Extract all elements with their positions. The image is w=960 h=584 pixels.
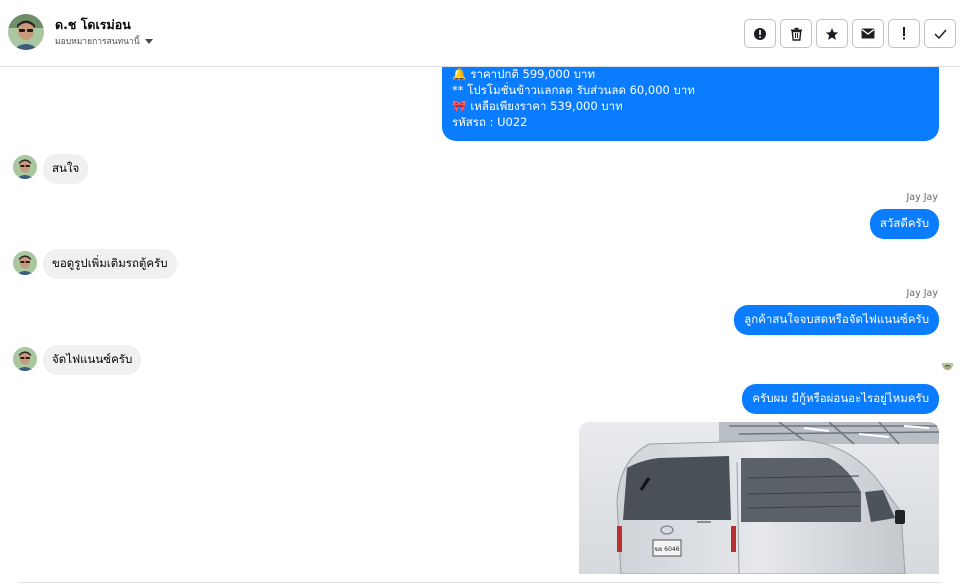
customer-avatar [13, 347, 37, 371]
follow-up-button[interactable] [888, 19, 920, 48]
done-button[interactable] [924, 19, 956, 48]
trash-icon [790, 27, 802, 41]
customer-avatar [13, 251, 37, 275]
mark-unread-button[interactable] [852, 19, 884, 48]
assign-label: มอบหมายการสนทนานี้ [55, 37, 140, 47]
delete-button[interactable] [780, 19, 812, 48]
incoming-message-bubble[interactable]: จัดไฟแนนซ์ครับ [43, 345, 142, 375]
sender-name: Jay Jay [906, 192, 938, 203]
product-line: 🔔 ราคาปกติ 599,000 บาท [452, 67, 596, 81]
alert-circle-icon [754, 27, 766, 40]
contact-name[interactable]: ด.ช โดเรม่อน [55, 15, 131, 35]
contact-avatar[interactable] [8, 14, 44, 50]
message-thread[interactable]: 🔔 … 🔔 ราคาปกติ 599,000 บาท ** โปรโมชั่นข… [0, 67, 960, 584]
mark-spam-button[interactable] [744, 19, 776, 48]
outgoing-message-bubble[interactable]: 🔔 … 🔔 ราคาปกติ 599,000 บาท ** โปรโมชั่นข… [442, 67, 939, 141]
bell-emoji-icon: 🔔 [452, 67, 467, 81]
caret-down-icon [144, 38, 153, 44]
license-plate: ฆย 6046 [654, 546, 679, 553]
product-line: 🎀 เหลือเพียงราคา 539,000 บาท [452, 99, 623, 113]
sender-name: Jay Jay [906, 288, 938, 299]
incoming-message-bubble[interactable]: สนใจ [43, 154, 89, 184]
header-actions [744, 19, 956, 48]
star-icon [825, 27, 839, 40]
assign-conversation-dropdown[interactable]: มอบหมายการสนทนานี้ [55, 34, 153, 48]
product-line: รหัสรถ : U022 [452, 115, 528, 129]
product-line: ** โปรโมชั่นข้าวแลกลด รับส่วนลด 60,000 บ… [452, 83, 695, 97]
van-photo-attachment[interactable]: ฆย 6046 [579, 422, 939, 574]
incoming-message-bubble[interactable]: ขอดูรูปเพิ่มเติมรถตู้ครับ [43, 249, 177, 279]
check-icon [933, 29, 947, 39]
envelope-icon [861, 28, 875, 39]
ribbon-emoji-icon: 🎀 [452, 99, 467, 113]
outgoing-message-bubble[interactable]: ครับผม มีกู้หรือผ่อนอะไรอยู่ไหมครับ [742, 384, 939, 414]
outgoing-message-bubble[interactable]: สวัสดีครับ [869, 209, 939, 239]
outgoing-message-bubble[interactable]: ลูกค้าสนใจจบสดหรือจัดไฟแนนซ์ครับ [734, 305, 939, 335]
customer-avatar [13, 155, 37, 179]
star-button[interactable] [816, 19, 848, 48]
exclamation-icon [903, 27, 905, 40]
composer-divider [18, 582, 942, 583]
seen-indicator-avatar [942, 359, 953, 370]
conversation-header: ด.ช โดเรม่อน มอบหมายการสนทนานี้ [0, 0, 960, 67]
